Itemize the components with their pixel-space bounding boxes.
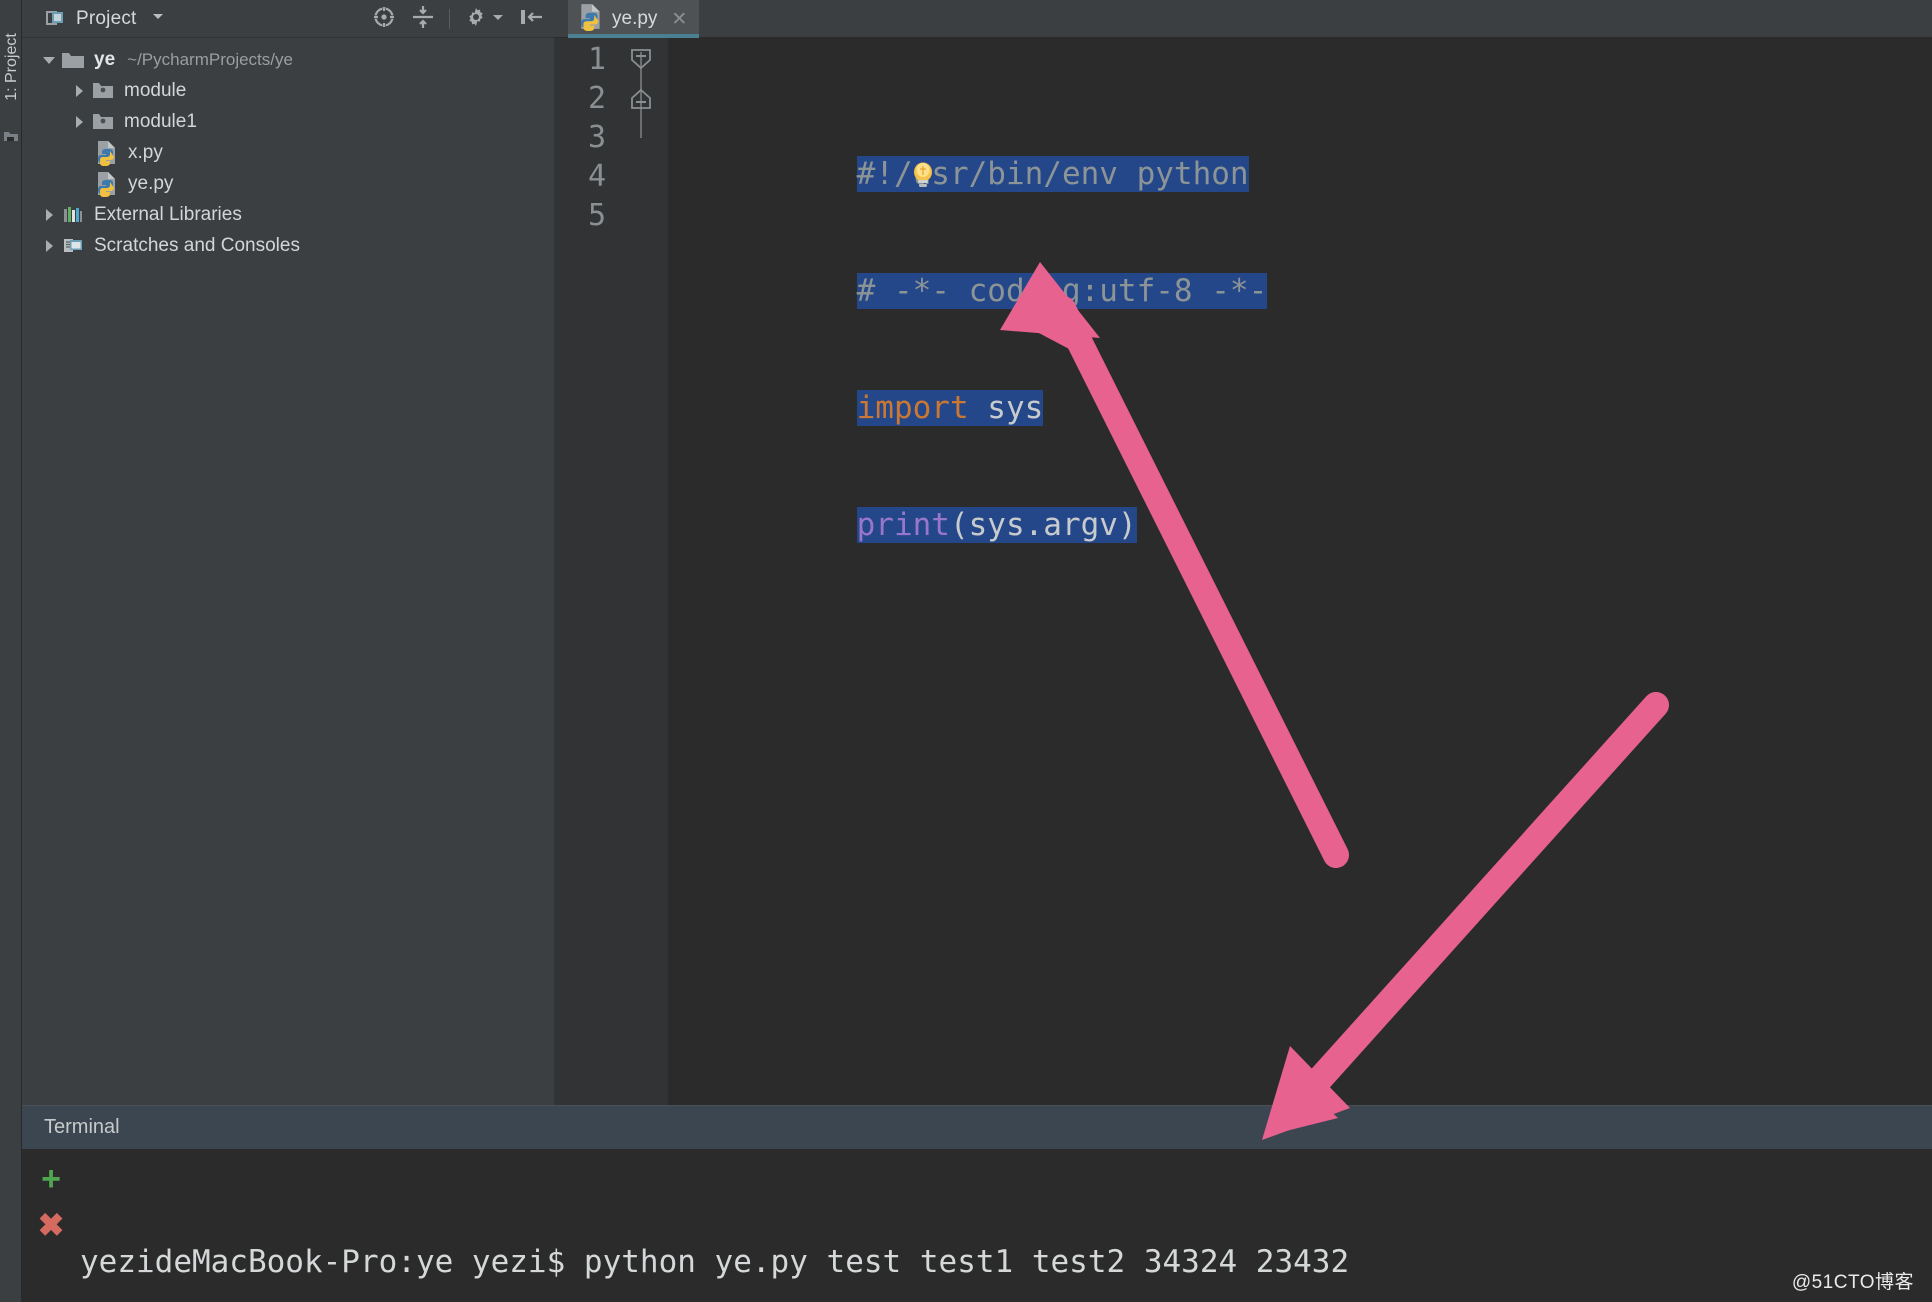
code-editor[interactable]: 1 2 3 4 5	[554, 38, 1932, 1105]
line-number: 2	[562, 81, 606, 116]
editor-tab-bar: ye.py ✕	[554, 0, 1932, 38]
tree-item-label: module1	[124, 111, 197, 133]
left-tool-strip: 1: Project	[0, 0, 22, 1302]
line-number: 1	[562, 42, 606, 77]
folder-icon	[60, 50, 86, 70]
tree-item-label: Scratches and Consoles	[94, 235, 300, 257]
tree-item-ye-py[interactable]: ye.py	[22, 168, 554, 199]
editor-tab-label: ye.py	[612, 8, 657, 30]
gear-icon[interactable]	[464, 5, 488, 34]
terminal-panel: Terminal + ✖ yezideMacBook-Pro:ye yezi$ …	[22, 1105, 1932, 1302]
editor-area: ye.py ✕ 1 2 3 4 5	[554, 0, 1932, 1105]
tree-item-module[interactable]: module	[22, 75, 554, 106]
hide-panel-icon[interactable]	[518, 5, 544, 34]
project-tool-window-icon	[3, 128, 19, 144]
code-line-4[interactable]: print(sys.argv)	[668, 467, 1932, 506]
tree-item-ye[interactable]: ye ~/PycharmProjects/ye	[22, 44, 554, 75]
project-view-icon	[44, 8, 66, 30]
folder-icon	[90, 81, 116, 100]
lightbulb-icon[interactable]	[686, 121, 712, 151]
tree-item-x-py[interactable]: x.py	[22, 137, 554, 168]
python-file-icon	[94, 140, 120, 166]
tree-item-path: ~/PycharmProjects/ye	[127, 50, 293, 70]
pycharm-window: 1: Project Project	[0, 0, 1932, 1302]
folder-icon	[90, 112, 116, 131]
code-line-1[interactable]: #!/usr/bin/env python	[668, 116, 1932, 155]
code-text[interactable]: #!/usr/bin/env python # -*- coding:utf-8…	[668, 38, 1932, 1105]
tree-item-label: ye	[94, 49, 115, 71]
function-print: print	[857, 507, 950, 543]
close-icon[interactable]: ✕	[671, 8, 687, 31]
fold-minus-icon[interactable]	[630, 88, 652, 117]
code-line-wrapper: print(sys.argv)	[857, 507, 1137, 543]
project-panel-toolbar	[371, 0, 544, 38]
chevron-down-icon[interactable]	[151, 9, 165, 28]
chevron-collapsed-icon[interactable]	[68, 114, 90, 130]
chevron-collapsed-icon[interactable]	[38, 238, 60, 254]
x-icon[interactable]: ✖	[38, 1209, 65, 1241]
code-line-wrapper: import sys	[857, 390, 1044, 426]
code-line-2[interactable]: # -*- coding:utf-8 -*-	[668, 233, 1932, 272]
code-line-text: # -*- coding:utf-8 -*-	[857, 273, 1268, 309]
python-file-icon	[94, 171, 120, 197]
plus-icon[interactable]: +	[41, 1163, 61, 1195]
project-panel: Project	[22, 0, 554, 1105]
terminal-title: Terminal	[44, 1116, 120, 1139]
editor-tab-ye-py[interactable]: ye.py ✕	[568, 0, 699, 38]
tree-item-scratches-and-consoles[interactable]: Scratches and Consoles	[22, 230, 554, 261]
chevron-collapsed-icon[interactable]	[38, 207, 60, 223]
print-args: (sys.argv)	[950, 507, 1137, 543]
fold-gutter[interactable]	[614, 38, 668, 1105]
tree-item-module1[interactable]: module1	[22, 106, 554, 137]
module-sys: sys	[969, 390, 1044, 426]
tree-item-label: x.py	[128, 142, 163, 164]
line-number: 3	[562, 120, 606, 155]
collapse-all-icon[interactable]	[411, 4, 435, 35]
python-file-icon	[578, 3, 604, 36]
tree-item-label: ye.py	[128, 173, 173, 195]
chevron-collapsed-icon[interactable]	[68, 83, 90, 99]
tool-window-tab-project[interactable]: 1: Project	[1, 17, 23, 117]
toolbar-divider	[449, 9, 450, 29]
tree-item-label: External Libraries	[94, 204, 242, 226]
keyword-import: import	[857, 390, 969, 426]
terminal-header[interactable]: Terminal	[22, 1105, 1932, 1149]
watermark: @51CTO博客	[1792, 1267, 1914, 1294]
tree-item-external-libraries[interactable]: External Libraries	[22, 199, 554, 230]
code-line-3[interactable]: import sys	[668, 350, 1932, 389]
scratches-icon	[60, 235, 86, 257]
terminal-output[interactable]: yezideMacBook-Pro:ye yezi$ python ye.py …	[80, 1149, 1932, 1302]
fold-minus-icon[interactable]	[630, 46, 652, 75]
tree-item-label: module	[124, 80, 186, 102]
line-number: 5	[562, 198, 606, 233]
chevron-expanded-icon[interactable]	[38, 52, 60, 68]
project-panel-title: Project	[76, 8, 137, 30]
line-number: 4	[562, 159, 606, 194]
line-number-gutter: 1 2 3 4 5	[554, 38, 614, 1105]
terminal-line: yezideMacBook-Pro:ye yezi$ python ye.py …	[80, 1241, 1932, 1283]
project-tree: ye ~/PycharmProjects/ye module	[22, 38, 554, 261]
project-panel-header: Project	[22, 0, 554, 38]
code-line-5[interactable]	[668, 584, 1932, 623]
gear-dropdown-caret-icon[interactable]	[492, 10, 504, 28]
locate-target-icon[interactable]	[371, 4, 397, 35]
terminal-side-toolbar: + ✖	[22, 1149, 80, 1302]
libraries-icon	[60, 204, 86, 226]
terminal-body[interactable]: + ✖ yezideMacBook-Pro:ye yezi$ python ye…	[22, 1149, 1932, 1302]
